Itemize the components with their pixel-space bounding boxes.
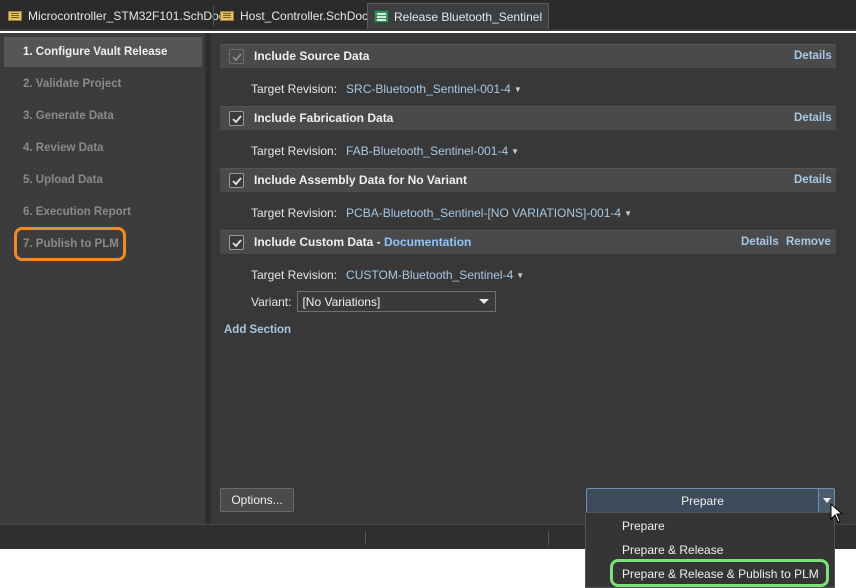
step-configure-vault-release[interactable]: 1. Configure Vault Release [4,37,202,67]
variant-select[interactable]: [No Variations] [297,291,497,312]
chevron-down-icon[interactable]: ▼ [511,147,519,156]
target-revision-label: Target Revision: [251,144,338,158]
details-link[interactable]: Details [794,50,832,62]
section-custom-data: Include Custom Data - Documentation Deta… [220,230,836,254]
chevron-down-icon[interactable]: ▼ [514,85,522,94]
chevron-down-icon[interactable]: ▼ [624,209,632,218]
section-title: Include Fabrication Data [254,111,394,125]
details-link[interactable]: Details [741,236,779,248]
section-title: Include Assembly Data for No Variant [254,173,467,187]
details-link[interactable]: Details [794,174,832,186]
tab-label: Release Bluetooth_Sentinel [394,9,543,24]
publish-step-highlight [14,227,126,261]
release-steps-sidebar: 1. Configure Vault Release 2. Validate P… [0,33,211,524]
target-revision-value[interactable]: CUSTOM-Bluetooth_Sentinel-4 [346,268,513,282]
chevron-down-icon [479,299,490,304]
configure-release-panel: Include Source Data Details Target Revis… [219,33,856,524]
schematic-doc-icon [8,10,23,22]
target-revision-row: Target Revision: SRC-Bluetooth_Sentinel-… [251,82,522,96]
chevron-down-icon[interactable]: ▼ [516,271,524,280]
tab-host-controller-schdoc[interactable]: Host_Controller.SchDoc [214,4,374,28]
include-fabrication-checkbox[interactable] [229,111,244,126]
section-title: Include Source Data [254,49,370,63]
section-title-text: Include Custom Data - [254,235,385,249]
variant-value: [No Variations] [302,294,381,309]
tab-label: Microcontroller_STM32F101.SchDoc [28,9,225,23]
include-custom-checkbox[interactable] [229,235,244,250]
target-revision-label: Target Revision: [251,82,338,96]
section-title: Include Custom Data - Documentation [254,235,471,249]
document-tab-bar: Microcontroller_STM32F101.SchDoc Host_Co… [0,0,856,31]
step-execution-report[interactable]: 6. Execution Report [4,197,202,227]
include-source-checkbox[interactable] [229,49,244,64]
step-generate-data[interactable]: 3. Generate Data [4,101,202,131]
target-revision-row: Target Revision: CUSTOM-Bluetooth_Sentin… [251,268,524,282]
schematic-doc-icon [220,10,235,22]
remove-link[interactable]: Remove [786,236,831,248]
variant-row: Variant: [No Variations] [251,291,497,312]
tab-label: Host_Controller.SchDoc [240,9,369,23]
target-revision-value[interactable]: FAB-Bluetooth_Sentinel-001-4 [346,144,508,158]
details-link[interactable]: Details [794,112,832,124]
documentation-link[interactable]: Documentation [384,235,471,249]
prepare-button[interactable]: Prepare [586,488,835,513]
step-validate-project[interactable]: 2. Validate Project [4,69,202,99]
variant-label: Variant: [251,294,292,309]
section-fabrication-data: Include Fabrication Data Details [220,106,836,130]
add-section-link[interactable]: Add Section [224,324,291,336]
target-revision-row: Target Revision: PCBA-Bluetooth_Sentinel… [251,206,632,220]
options-button[interactable]: Options... [220,488,294,512]
mouse-pointer-icon [830,503,844,523]
step-review-data[interactable]: 4. Review Data [4,133,202,163]
release-workspace: 1. Configure Vault Release 2. Validate P… [0,33,856,524]
prepare-button-label: Prepare [681,493,724,508]
target-revision-label: Target Revision: [251,206,338,220]
publish-option-highlight [610,559,829,587]
target-revision-label: Target Revision: [251,268,338,282]
menu-item-prepare[interactable]: Prepare [586,514,834,538]
step-upload-data[interactable]: 5. Upload Data [4,165,202,195]
section-assembly-data: Include Assembly Data for No Variant Det… [220,168,836,192]
section-source-data: Include Source Data Details [220,44,836,68]
tab-release-bluetooth-sentinel[interactable]: Release Bluetooth_Sentinel [367,3,550,29]
include-assembly-checkbox[interactable] [229,173,244,188]
target-revision-row: Target Revision: FAB-Bluetooth_Sentinel-… [251,144,519,158]
release-icon [374,10,389,23]
tab-microcontroller-schdoc[interactable]: Microcontroller_STM32F101.SchDoc [2,4,231,28]
target-revision-value[interactable]: SRC-Bluetooth_Sentinel-001-4 [346,82,511,96]
target-revision-value[interactable]: PCBA-Bluetooth_Sentinel-[NO VARIATIONS]-… [346,206,621,220]
